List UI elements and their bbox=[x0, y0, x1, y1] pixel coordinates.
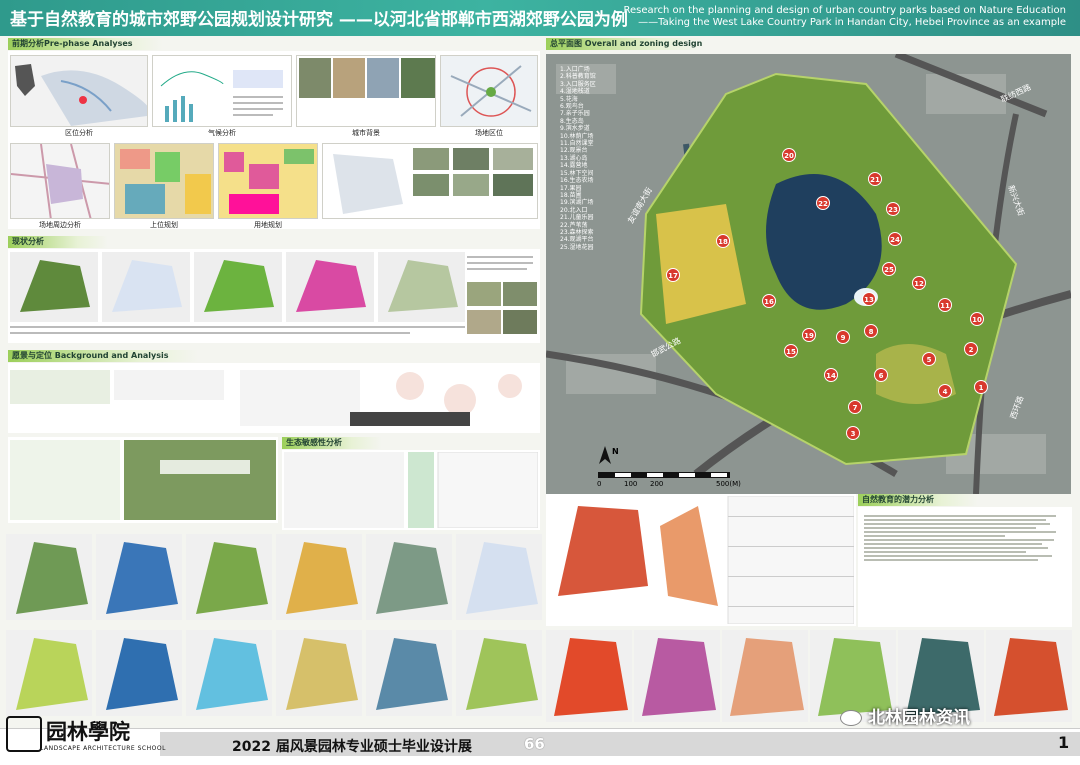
marker-3[interactable]: 3 bbox=[846, 426, 860, 440]
subtitle-en-line-2: ——Taking the West Lake Country Park in H… bbox=[638, 17, 1066, 28]
school-name-cn: 园林學院 bbox=[46, 719, 130, 744]
scale-100: 100 bbox=[624, 480, 638, 488]
wechat-watermark: 北林园林资讯 bbox=[840, 703, 970, 728]
section-background: 愿景与定位 Background and Analysis bbox=[8, 350, 198, 362]
status-maps-row bbox=[10, 252, 465, 334]
section-ecology: 生态敏感性分析 bbox=[282, 437, 382, 449]
marker-19[interactable]: 19 bbox=[802, 328, 816, 342]
vision-diagram bbox=[10, 440, 276, 520]
scale-500: 500(M) bbox=[716, 480, 741, 488]
north-label: N bbox=[612, 447, 619, 456]
climate-charts bbox=[152, 55, 292, 127]
marker-25[interactable]: 25 bbox=[882, 262, 896, 276]
caption-city: 城市背景 bbox=[352, 129, 380, 137]
site-location-map bbox=[440, 55, 538, 127]
exhibition-title: 2022 届风景园林专业硕士毕业设计展 bbox=[232, 739, 472, 755]
marker-15[interactable]: 15 bbox=[784, 344, 798, 358]
section-nature-edu: 自然教育的潜力分析 bbox=[858, 494, 978, 506]
site-photos-map bbox=[322, 143, 538, 219]
marker-13[interactable]: 13 bbox=[862, 292, 876, 306]
edu-analysis-maps bbox=[558, 496, 854, 624]
sensitivity-maps bbox=[6, 534, 542, 716]
page-title: 基于自然教育的城市郊野公园规划设计研究 ——以河北省邯郸市西湖郊野公园为例 bbox=[10, 10, 628, 30]
marker-2[interactable]: 2 bbox=[964, 342, 978, 356]
marker-5[interactable]: 5 bbox=[922, 352, 936, 366]
marker-10[interactable]: 10 bbox=[970, 312, 984, 326]
marker-21[interactable]: 21 bbox=[868, 172, 882, 186]
section-pre-phase: 前期分析Pre-phase Analyses bbox=[8, 38, 163, 50]
marker-11[interactable]: 11 bbox=[938, 298, 952, 312]
edu-potential-maps bbox=[546, 630, 1072, 722]
page-subtitle-en: Research on the planning and design of u… bbox=[623, 5, 1066, 29]
marker-12[interactable]: 12 bbox=[912, 276, 926, 290]
land-use-map bbox=[218, 143, 318, 219]
scale-0: 0 bbox=[597, 480, 602, 488]
location-map bbox=[10, 55, 148, 127]
caption-upper-plan: 上位规划 bbox=[150, 221, 178, 229]
scale-bar bbox=[598, 472, 730, 478]
marker-23[interactable]: 23 bbox=[886, 202, 900, 216]
surroundings-map bbox=[10, 143, 110, 219]
caption-land-use: 用地规划 bbox=[254, 221, 282, 229]
north-arrow bbox=[598, 446, 612, 466]
marker-1[interactable]: 1 bbox=[974, 380, 988, 394]
upper-plan-map bbox=[114, 143, 214, 219]
background-diagrams bbox=[10, 370, 522, 426]
marker-9[interactable]: 9 bbox=[836, 330, 850, 344]
school-logo-icon bbox=[6, 716, 42, 752]
wechat-icon bbox=[840, 710, 862, 726]
page-number: 1 bbox=[1058, 733, 1070, 752]
marker-14[interactable]: 14 bbox=[824, 368, 838, 382]
subtitle-en-line-1: Research on the planning and design of u… bbox=[623, 5, 1066, 16]
marker-16[interactable]: 16 bbox=[762, 294, 776, 308]
marker-4[interactable]: 4 bbox=[938, 384, 952, 398]
caption-location: 区位分析 bbox=[65, 129, 93, 137]
marker-22[interactable]: 22 bbox=[816, 196, 830, 210]
ecology-tables bbox=[284, 452, 538, 528]
marker-24[interactable]: 24 bbox=[888, 232, 902, 246]
section-status: 现状分析 bbox=[8, 236, 108, 248]
marker-7[interactable]: 7 bbox=[848, 400, 862, 414]
caption-site-location: 场地区位 bbox=[475, 129, 503, 137]
wechat-account: 北林园林资讯 bbox=[868, 708, 970, 728]
status-photos bbox=[467, 252, 537, 338]
marker-20[interactable]: 20 bbox=[782, 148, 796, 162]
marker-18[interactable]: 18 bbox=[716, 234, 730, 248]
exhibit-number: 66 bbox=[524, 735, 545, 753]
scale-200: 200 bbox=[650, 480, 664, 488]
marker-8[interactable]: 8 bbox=[864, 324, 878, 338]
section-master-plan: 总平面图 Overall and zoning design bbox=[546, 38, 706, 50]
nature-edu-text bbox=[858, 507, 1072, 627]
school-name-en: LANDSCAPE ARCHITECTURE SCHOOL bbox=[40, 745, 166, 752]
caption-surroundings: 场地周边分析 bbox=[39, 221, 81, 229]
city-background-photos bbox=[296, 55, 436, 127]
marker-6[interactable]: 6 bbox=[874, 368, 888, 382]
plan-markers: 1 2 3 4 5 6 7 8 9 10 11 12 13 14 15 16 1… bbox=[546, 54, 1071, 494]
caption-climate: 气候分析 bbox=[208, 129, 236, 137]
marker-17[interactable]: 17 bbox=[666, 268, 680, 282]
